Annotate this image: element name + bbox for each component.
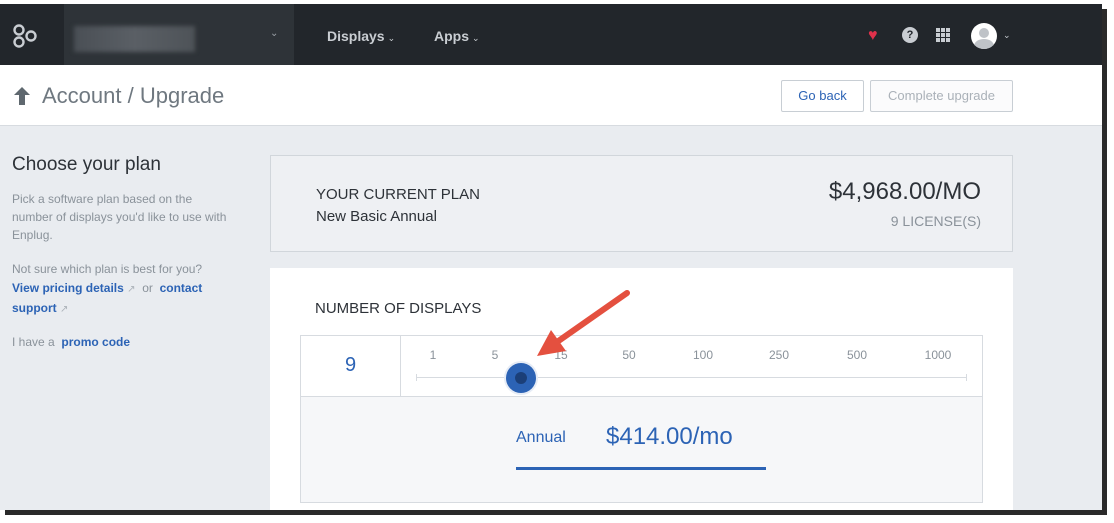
display-slider[interactable]: 1 5 15 50 100 250 500 1000 bbox=[401, 336, 982, 396]
account-name-redacted bbox=[74, 26, 195, 52]
chevron-down-icon: ⌄ bbox=[270, 28, 279, 39]
displays-heading: NUMBER OF DISPLAYS bbox=[315, 300, 482, 317]
sidebar-help: Not sure which plan is best for you? Vie… bbox=[12, 260, 237, 319]
current-plan-card: YOUR CURRENT PLAN New Basic Annual $4,96… bbox=[270, 155, 1013, 252]
or-text: or bbox=[142, 281, 153, 295]
displays-card: NUMBER OF DISPLAYS 9 1 5 15 50 100 250 500 1000… bbox=[270, 268, 1013, 510]
slider-handle[interactable] bbox=[506, 363, 537, 393]
nav-displays[interactable]: Displays ⌄ bbox=[327, 28, 395, 44]
billing-tab-underline bbox=[516, 467, 766, 470]
monthly-price: $414.00/mo bbox=[606, 423, 733, 450]
slider-tick-label: 1000 bbox=[924, 348, 952, 362]
promo-code-link[interactable]: promo code bbox=[61, 335, 130, 349]
slider-tick-label: 15 bbox=[554, 348, 568, 362]
heart-icon[interactable]: ♥ bbox=[868, 27, 878, 45]
go-back-button[interactable]: Go back bbox=[781, 80, 864, 112]
account-selector[interactable]: ⌄ bbox=[64, 4, 294, 65]
external-link-icon: ↗ bbox=[127, 284, 136, 295]
slider-tick-label: 100 bbox=[692, 348, 714, 362]
help-icon[interactable]: ? bbox=[902, 27, 918, 43]
slider-tick-label: 500 bbox=[846, 348, 868, 362]
slider-tick-label: 5 bbox=[491, 348, 499, 362]
current-plan-label: YOUR CURRENT PLAN bbox=[316, 186, 480, 203]
slider-tick-label: 250 bbox=[768, 348, 790, 362]
external-link-icon: ↗ bbox=[60, 304, 69, 315]
nav-apps-label: Apps bbox=[434, 28, 469, 44]
apps-grid-icon[interactable] bbox=[936, 28, 950, 42]
up-arrow-icon bbox=[14, 87, 30, 105]
chevron-down-icon: ⌄ bbox=[472, 33, 480, 43]
view-pricing-link[interactable]: View pricing details bbox=[12, 281, 124, 295]
help-prefix: Not sure which plan is best for you? bbox=[12, 262, 203, 276]
sidebar-description: Pick a software plan based on the number… bbox=[12, 192, 227, 242]
complete-upgrade-button[interactable]: Complete upgrade bbox=[870, 80, 1013, 112]
billing-period-tab[interactable]: Annual bbox=[516, 429, 566, 447]
slider-tick-label: 50 bbox=[622, 348, 636, 362]
display-count-input[interactable]: 9 bbox=[301, 336, 401, 396]
avatar[interactable] bbox=[971, 23, 997, 49]
sidebar: Choose your plan Pick a software plan ba… bbox=[12, 154, 242, 349]
promo-line: I have a promo code bbox=[12, 335, 242, 349]
current-plan-licenses: 9 LICENSE(S) bbox=[890, 213, 981, 229]
page-header: Account / Upgrade Go back Complete upgra… bbox=[0, 65, 1102, 126]
top-navigation-bar: ⌄ Displays ⌄ Apps ⌄ ♥ ? ⌄ bbox=[0, 4, 1102, 65]
logo-icon[interactable] bbox=[12, 24, 38, 48]
promo-prefix: I have a bbox=[12, 335, 55, 349]
chevron-down-icon: ⌄ bbox=[387, 33, 396, 43]
slider-tick-label: 1 bbox=[429, 348, 437, 362]
chevron-down-icon[interactable]: ⌄ bbox=[1003, 30, 1011, 41]
current-plan-price: $4,968.00/MO bbox=[828, 178, 981, 205]
app-window: ⌄ Displays ⌄ Apps ⌄ ♥ ? ⌄ Account / Upgrad… bbox=[0, 4, 1102, 510]
nav-apps[interactable]: Apps ⌄ bbox=[434, 28, 480, 44]
page-title: Account / Upgrade bbox=[42, 83, 225, 108]
sidebar-heading: Choose your plan bbox=[12, 154, 161, 175]
slider-track[interactable] bbox=[416, 374, 967, 381]
price-panel: Annual $414.00/mo bbox=[301, 396, 982, 502]
display-selector: 9 1 5 15 50 100 250 500 1000 Annual $414.00/mo bbox=[300, 335, 983, 503]
current-plan-name: New Basic Annual bbox=[316, 208, 437, 225]
nav-displays-label: Displays bbox=[327, 28, 385, 44]
